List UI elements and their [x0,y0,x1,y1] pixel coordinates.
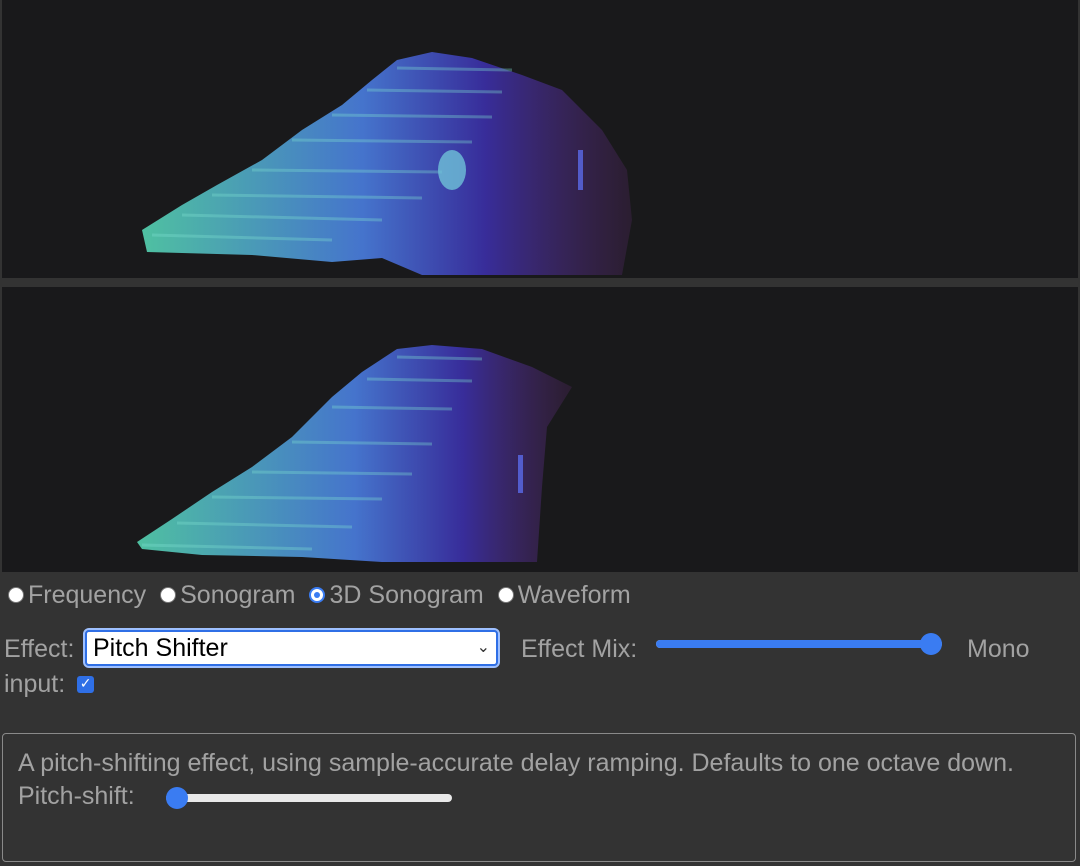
mode-frequency[interactable]: Frequency [8,581,146,610]
effect-controls: Effect: Pitch Shifter ⌄ Effect Mix: Mono [4,628,1074,668]
radio-sonogram[interactable] [160,587,177,603]
effect-selected-value: Pitch Shifter [93,634,228,662]
effect-select[interactable]: Pitch Shifter ⌄ [83,628,500,668]
mode-waveform[interactable]: Waveform [497,580,631,610]
view-mode-group: Frequency Sonogram 3D Sonogram Waveform [8,580,645,610]
effect-mix-slider[interactable] [656,633,942,655]
effect-mix-thumb[interactable] [920,633,942,655]
pitch-shift-label: Pitch-shift: [18,782,135,810]
mono-input-row: input: ✓ [4,669,95,698]
effect-label: Effect: [4,635,75,663]
mode-sonogram[interactable]: Sonogram [160,581,295,610]
mono-input-checkbox[interactable]: ✓ [77,675,95,693]
effect-description: A pitch-shifting effect, using sample-ac… [18,749,1014,777]
mono-label: Mono [967,635,1030,663]
mode-frequency-label: Frequency [28,580,147,609]
pitch-shift-thumb[interactable] [166,787,188,809]
effect-mix-label: Effect Mix: [521,635,638,663]
sonogram-view-top [2,0,1078,278]
mode-3d-sonogram[interactable]: 3D Sonogram [309,580,484,610]
mode-3d-sonogram-label: 3D Sonogram [329,580,484,609]
effect-description-panel: A pitch-shifting effect, using sample-ac… [2,733,1076,862]
input-label: input: [4,669,66,698]
sonogram-view-bottom [2,287,1078,572]
mode-waveform-label: Waveform [517,580,631,609]
pitch-shift-row: Pitch-shift: [18,781,1060,815]
effect-mix-fill [656,640,931,648]
radio-frequency[interactable] [8,587,24,603]
mode-sonogram-label: Sonogram [180,580,296,609]
chevron-down-icon: ⌄ [476,639,490,656]
radio-3d-sonogram[interactable] [309,587,326,603]
radio-waveform[interactable] [497,587,514,603]
pitch-shift-slider[interactable] [166,787,452,809]
